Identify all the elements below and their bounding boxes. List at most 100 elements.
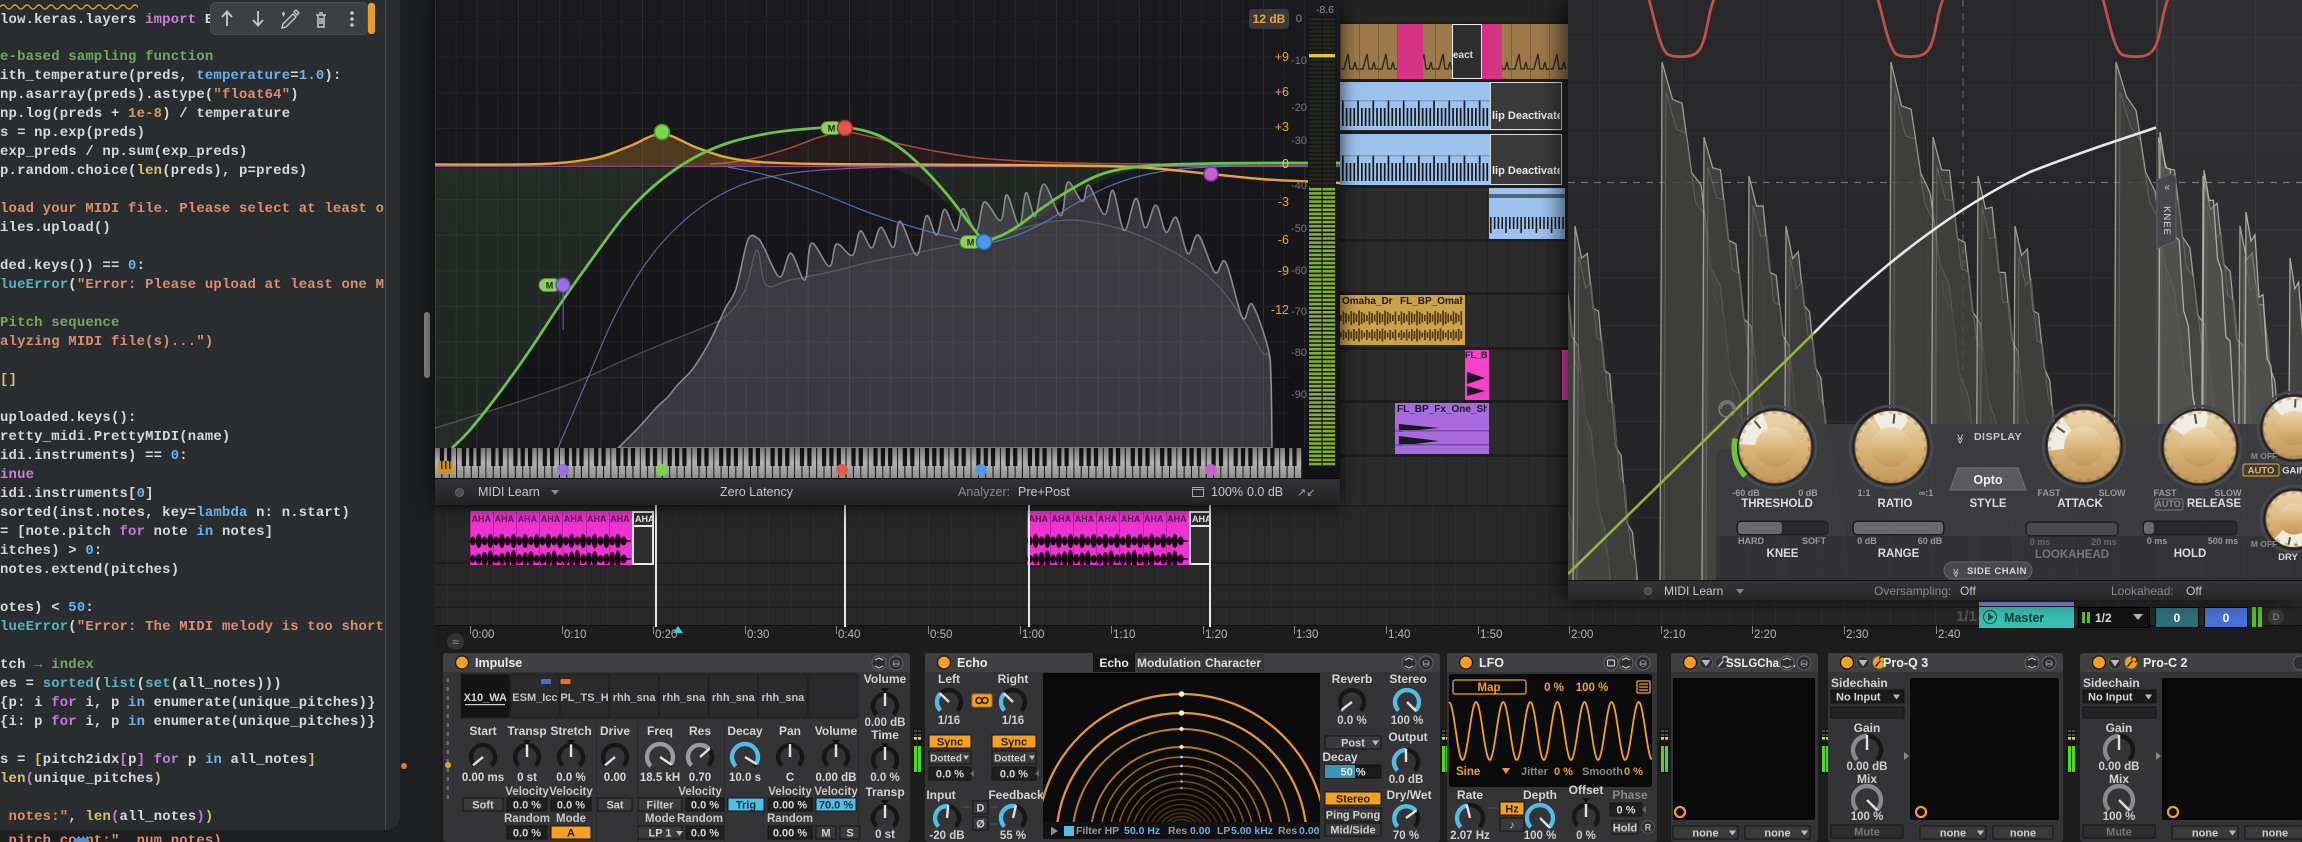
svg-text:DISPLAY: DISPLAY (1974, 431, 2022, 443)
svg-text:Decay: Decay (727, 724, 763, 738)
svg-text:none: none (2262, 828, 2288, 840)
svg-text:M: M (546, 281, 554, 291)
svg-text:-6: -6 (1278, 233, 1289, 247)
svg-text:Filter HP: Filter HP (1076, 825, 1119, 837)
svg-text:0.0 %: 0.0 % (870, 772, 899, 784)
svg-text:LP 1: LP 1 (648, 828, 671, 840)
svg-text:-90: -90 (1291, 389, 1307, 401)
svg-text:0.0 %: 0.0 % (556, 772, 585, 784)
svg-text:Impulse: Impulse (475, 656, 522, 670)
svg-text:0: 0 (1282, 157, 1289, 171)
svg-text:0 st: 0 st (517, 772, 537, 784)
svg-text:+: + (2294, 539, 2299, 549)
svg-text:Start: Start (469, 724, 496, 738)
svg-text:-40: -40 (1291, 180, 1307, 192)
svg-text:Echo: Echo (957, 656, 988, 670)
svg-text:Mode: Mode (556, 813, 586, 825)
svg-text:C: C (786, 772, 794, 784)
svg-text:GAIN: GAIN (2282, 466, 2302, 477)
svg-text:Mute: Mute (2106, 827, 2132, 839)
svg-text:PL_TS_H: PL_TS_H (560, 692, 608, 704)
svg-text:SLOW: SLOW (2099, 488, 2127, 498)
svg-text:Res: Res (689, 724, 711, 738)
svg-text:Res: Res (1168, 825, 1187, 837)
svg-text:2.07 Hz: 2.07 Hz (1450, 830, 1490, 842)
svg-text:0.0 %: 0.0 % (691, 828, 719, 840)
svg-text:Transp: Transp (865, 785, 904, 799)
svg-text:0 dB: 0 dB (1798, 488, 1818, 498)
svg-text:Hz: Hz (1505, 804, 1519, 816)
svg-text:SIDE CHAIN: SIDE CHAIN (1967, 566, 2027, 577)
svg-text:Random: Random (677, 813, 723, 825)
svg-text:500 ms: 500 ms (2208, 536, 2239, 546)
svg-text:M OFF: M OFF (2251, 451, 2277, 461)
svg-text:Sync: Sync (1001, 737, 1027, 749)
svg-text:Sat: Sat (606, 800, 623, 812)
svg-text:Dotted: Dotted (930, 754, 962, 765)
svg-text:D: D (977, 803, 985, 815)
svg-text:Modulation: Modulation (1137, 656, 1201, 670)
svg-text:-12: -12 (1271, 303, 1289, 317)
svg-text:≫: ≫ (1951, 568, 1961, 577)
svg-text:KNEE: KNEE (2161, 206, 2172, 236)
svg-text:Freq: Freq (647, 724, 673, 738)
svg-text:50.0 Hz: 50.0 Hz (1124, 825, 1160, 837)
svg-text:0 %: 0 % (1554, 766, 1573, 778)
svg-text:70 %: 70 % (1393, 830, 1419, 842)
svg-text:FAST: FAST (2037, 488, 2061, 498)
svg-text:Velocity: Velocity (768, 786, 812, 798)
svg-text:Velocity: Velocity (678, 786, 722, 798)
svg-text:Left: Left (938, 672, 960, 686)
svg-text:-30: -30 (1291, 135, 1307, 147)
svg-text:RELEASE: RELEASE (2187, 498, 2242, 510)
svg-text:⛁: ⛁ (892, 659, 900, 669)
svg-text:Post: Post (1341, 738, 1365, 750)
svg-text:THRESHOLD: THRESHOLD (1741, 498, 1813, 510)
svg-text:Drive: Drive (600, 724, 630, 738)
svg-text:⛁: ⛁ (1639, 659, 1647, 669)
svg-text:0 %: 0 % (1544, 682, 1564, 694)
svg-text:Velocity: Velocity (549, 786, 593, 798)
svg-text:M OFF: M OFF (2251, 539, 2277, 549)
svg-text:+: + (2294, 451, 2299, 461)
svg-text:Soft: Soft (472, 800, 494, 812)
svg-text:none: none (1764, 828, 1790, 840)
svg-text:RATIO: RATIO (1878, 498, 1913, 510)
svg-text:0 ms: 0 ms (2030, 537, 2051, 547)
svg-text:Hold: Hold (1613, 823, 1637, 835)
svg-text:0.0 %: 0.0 % (1000, 769, 1028, 781)
svg-text:Ø: Ø (976, 819, 985, 831)
svg-text:100 %: 100 % (1524, 830, 1557, 842)
svg-text:Right: Right (998, 672, 1029, 686)
svg-text:LOOKAHEAD: LOOKAHEAD (2035, 549, 2109, 561)
svg-text:rhh_sna: rhh_sna (662, 692, 706, 704)
svg-text:rhh_sna: rhh_sna (762, 692, 806, 704)
svg-text:Transp: Transp (507, 724, 546, 738)
svg-text:AUTO: AUTO (2155, 499, 2180, 509)
svg-text:Depth: Depth (1523, 788, 1557, 802)
svg-text:Random: Random (767, 813, 813, 825)
svg-text:Jitter: Jitter (1521, 766, 1549, 778)
svg-text:R: R (1645, 823, 1652, 833)
svg-text:+6: +6 (1275, 85, 1289, 99)
svg-text:none: none (2010, 828, 2036, 840)
svg-text:0.70: 0.70 (689, 772, 711, 784)
svg-text:0 %: 0 % (1624, 766, 1643, 778)
svg-text:HOLD: HOLD (2174, 548, 2207, 560)
svg-text:⛁: ⛁ (1800, 659, 1808, 669)
svg-text:50 %: 50 % (1340, 767, 1365, 779)
svg-text:KNEE: KNEE (1767, 548, 1799, 560)
svg-text:-70: -70 (1291, 306, 1307, 318)
svg-text:none: none (1692, 828, 1718, 840)
svg-text:0.00 ms: 0.00 ms (462, 772, 504, 784)
svg-text:none: none (2192, 828, 2218, 840)
svg-text:Dotted: Dotted (994, 754, 1026, 765)
svg-text:0 dB: 0 dB (1857, 536, 1877, 546)
svg-text:rhh_sna: rhh_sna (712, 692, 756, 704)
svg-text:-80: -80 (1291, 347, 1307, 359)
svg-text:M: M (967, 238, 975, 248)
svg-text:-10: -10 (1291, 55, 1307, 67)
svg-text:18.5 kH: 18.5 kH (640, 772, 680, 784)
svg-text:Opto: Opto (1973, 473, 2003, 487)
svg-text:Stretch: Stretch (550, 724, 591, 738)
